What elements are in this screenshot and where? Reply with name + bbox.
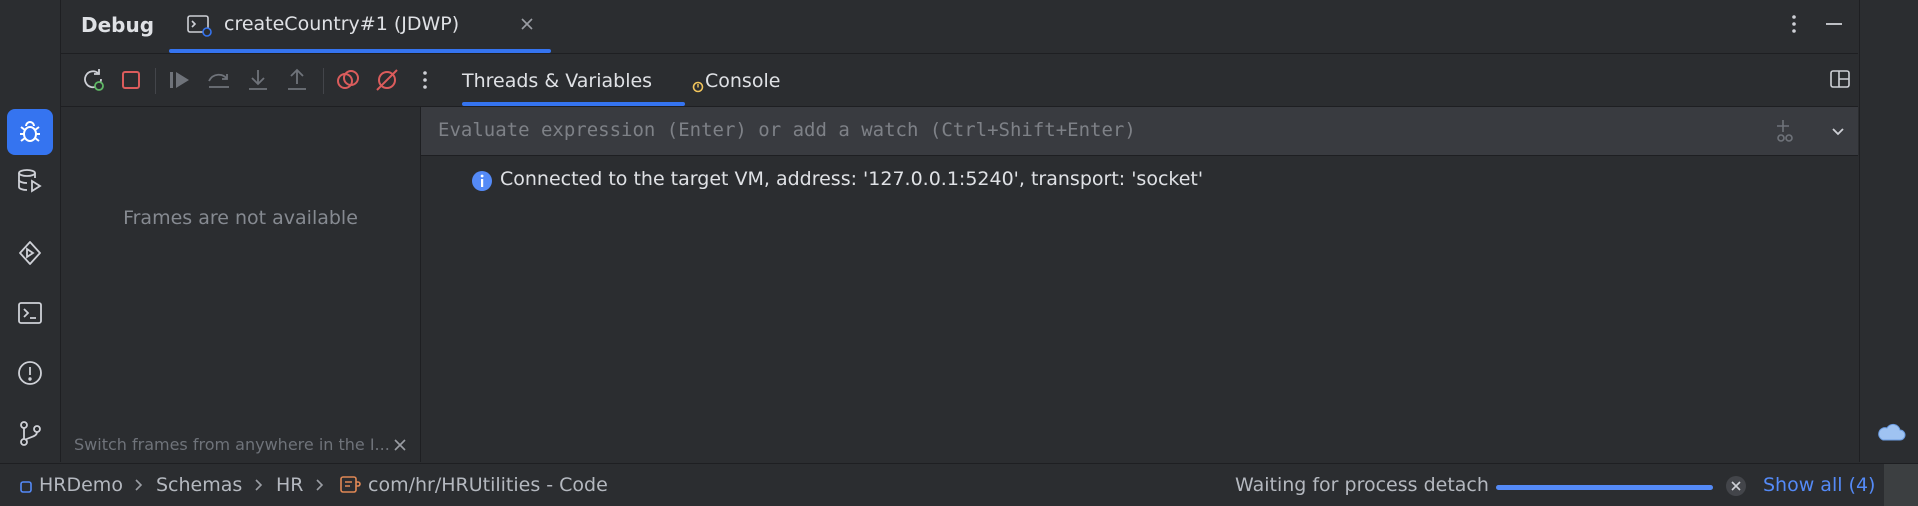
frames-panel: Frames are not available Switch frames f… [61, 107, 421, 462]
rerun-icon [84, 69, 104, 91]
breadcrumb-project[interactable]: HRDemo [39, 474, 123, 496]
more-vertical-icon [1792, 15, 1796, 33]
tool-window-title: Debug [81, 13, 155, 37]
show-all-tasks-link[interactable]: Show all (4) [1763, 474, 1875, 496]
expand-history-button[interactable] [1829, 122, 1847, 140]
git-branch-icon [20, 421, 41, 446]
debug-toolbar: Threads & Variables Console [61, 54, 1858, 107]
cancel-task-button[interactable] [1725, 475, 1747, 497]
session-tab[interactable]: createCountry#1 (JDWP) [169, 0, 551, 53]
status-bar: HRDemo Schemas HR com/hr/HRUtilities - C… [0, 463, 1918, 506]
background-task-progress [1496, 485, 1713, 490]
session-tab-close[interactable] [519, 16, 535, 32]
add-watch-button[interactable] [1773, 118, 1799, 144]
status-bar-grip [1884, 464, 1918, 506]
close-icon [394, 439, 406, 451]
frames-empty-text: Frames are not available [123, 207, 358, 229]
breakpoints-icon [337, 70, 359, 89]
problems-tool-button[interactable] [7, 350, 53, 396]
info-icon [472, 171, 492, 191]
tab-console[interactable]: Console [705, 70, 780, 92]
more-vertical-icon [423, 71, 427, 89]
evaluate-expression-input[interactable] [438, 119, 1738, 141]
rerun-button[interactable] [79, 66, 107, 94]
evaluate-expression-bar [421, 107, 1858, 156]
chevron-right-icon [316, 479, 324, 491]
terminal-icon [18, 302, 42, 324]
options-menu-button[interactable] [1783, 13, 1805, 35]
problems-icon [18, 361, 42, 385]
chevron-right-icon [255, 479, 263, 491]
tab-threads-variables[interactable]: Threads & Variables [462, 70, 652, 92]
step-out-icon [288, 68, 306, 90]
chevron-right-icon [135, 479, 143, 491]
hide-button[interactable] [1823, 13, 1845, 35]
project-module-icon [20, 481, 32, 493]
connection-message: Connected to the target VM, address: '12… [500, 168, 1204, 190]
cloud-icon [1878, 423, 1906, 441]
step-over-icon [208, 73, 229, 88]
stop-icon [122, 71, 140, 89]
left-tool-bar [0, 0, 61, 462]
cloud-tool-button[interactable] [1875, 420, 1907, 444]
close-icon [521, 18, 533, 30]
right-tool-bar [1859, 0, 1918, 462]
step-over-button[interactable] [205, 66, 233, 94]
mute-breakpoints-button[interactable] [373, 66, 401, 94]
add-watch-icon [1777, 120, 1793, 142]
database-run-tool-button[interactable] [7, 158, 53, 204]
chevron-down-icon [1832, 128, 1844, 136]
console-warning-icon [692, 81, 704, 93]
services-tool-button[interactable] [7, 230, 53, 276]
database-run-icon [18, 169, 42, 193]
resume-icon [170, 72, 189, 88]
more-actions-button[interactable] [411, 66, 439, 94]
remote-debug-config-icon [187, 15, 212, 37]
resume-button[interactable] [166, 66, 194, 94]
git-tool-button[interactable] [7, 410, 53, 456]
tab-threads-variables-indicator [462, 102, 685, 106]
stop-button[interactable] [117, 66, 145, 94]
breadcrumb-schemas[interactable]: Schemas [156, 474, 242, 496]
breadcrumb-file[interactable]: com/hr/HRUtilities - Code [368, 474, 608, 496]
layout-settings-button[interactable] [1829, 68, 1851, 90]
background-task-progress-fill [1496, 485, 1713, 490]
background-task-text[interactable]: Waiting for process detach [1235, 474, 1489, 496]
step-into-button[interactable] [244, 66, 272, 94]
tool-window-header: Debug createCountry#1 (JDWP) [61, 0, 1858, 54]
view-breakpoints-button[interactable] [334, 66, 362, 94]
java-class-icon [340, 476, 361, 493]
session-tab-label: createCountry#1 (JDWP) [224, 13, 460, 35]
terminal-tool-button[interactable] [7, 290, 53, 336]
services-icon [19, 241, 41, 265]
step-into-icon [249, 70, 267, 90]
layout-icon [1830, 70, 1850, 88]
cancel-icon [1726, 476, 1746, 496]
debugger-output: Connected to the target VM, address: '12… [421, 156, 1858, 462]
breadcrumb-hr[interactable]: HR [276, 474, 304, 496]
session-tab-indicator [169, 49, 551, 53]
minimize-icon [1826, 23, 1842, 25]
step-out-button[interactable] [283, 66, 311, 94]
mute-breakpoints-icon [376, 69, 398, 91]
frames-hint: Switch frames from anywhere in the I... [74, 435, 390, 454]
frames-hint-close[interactable] [393, 438, 407, 452]
